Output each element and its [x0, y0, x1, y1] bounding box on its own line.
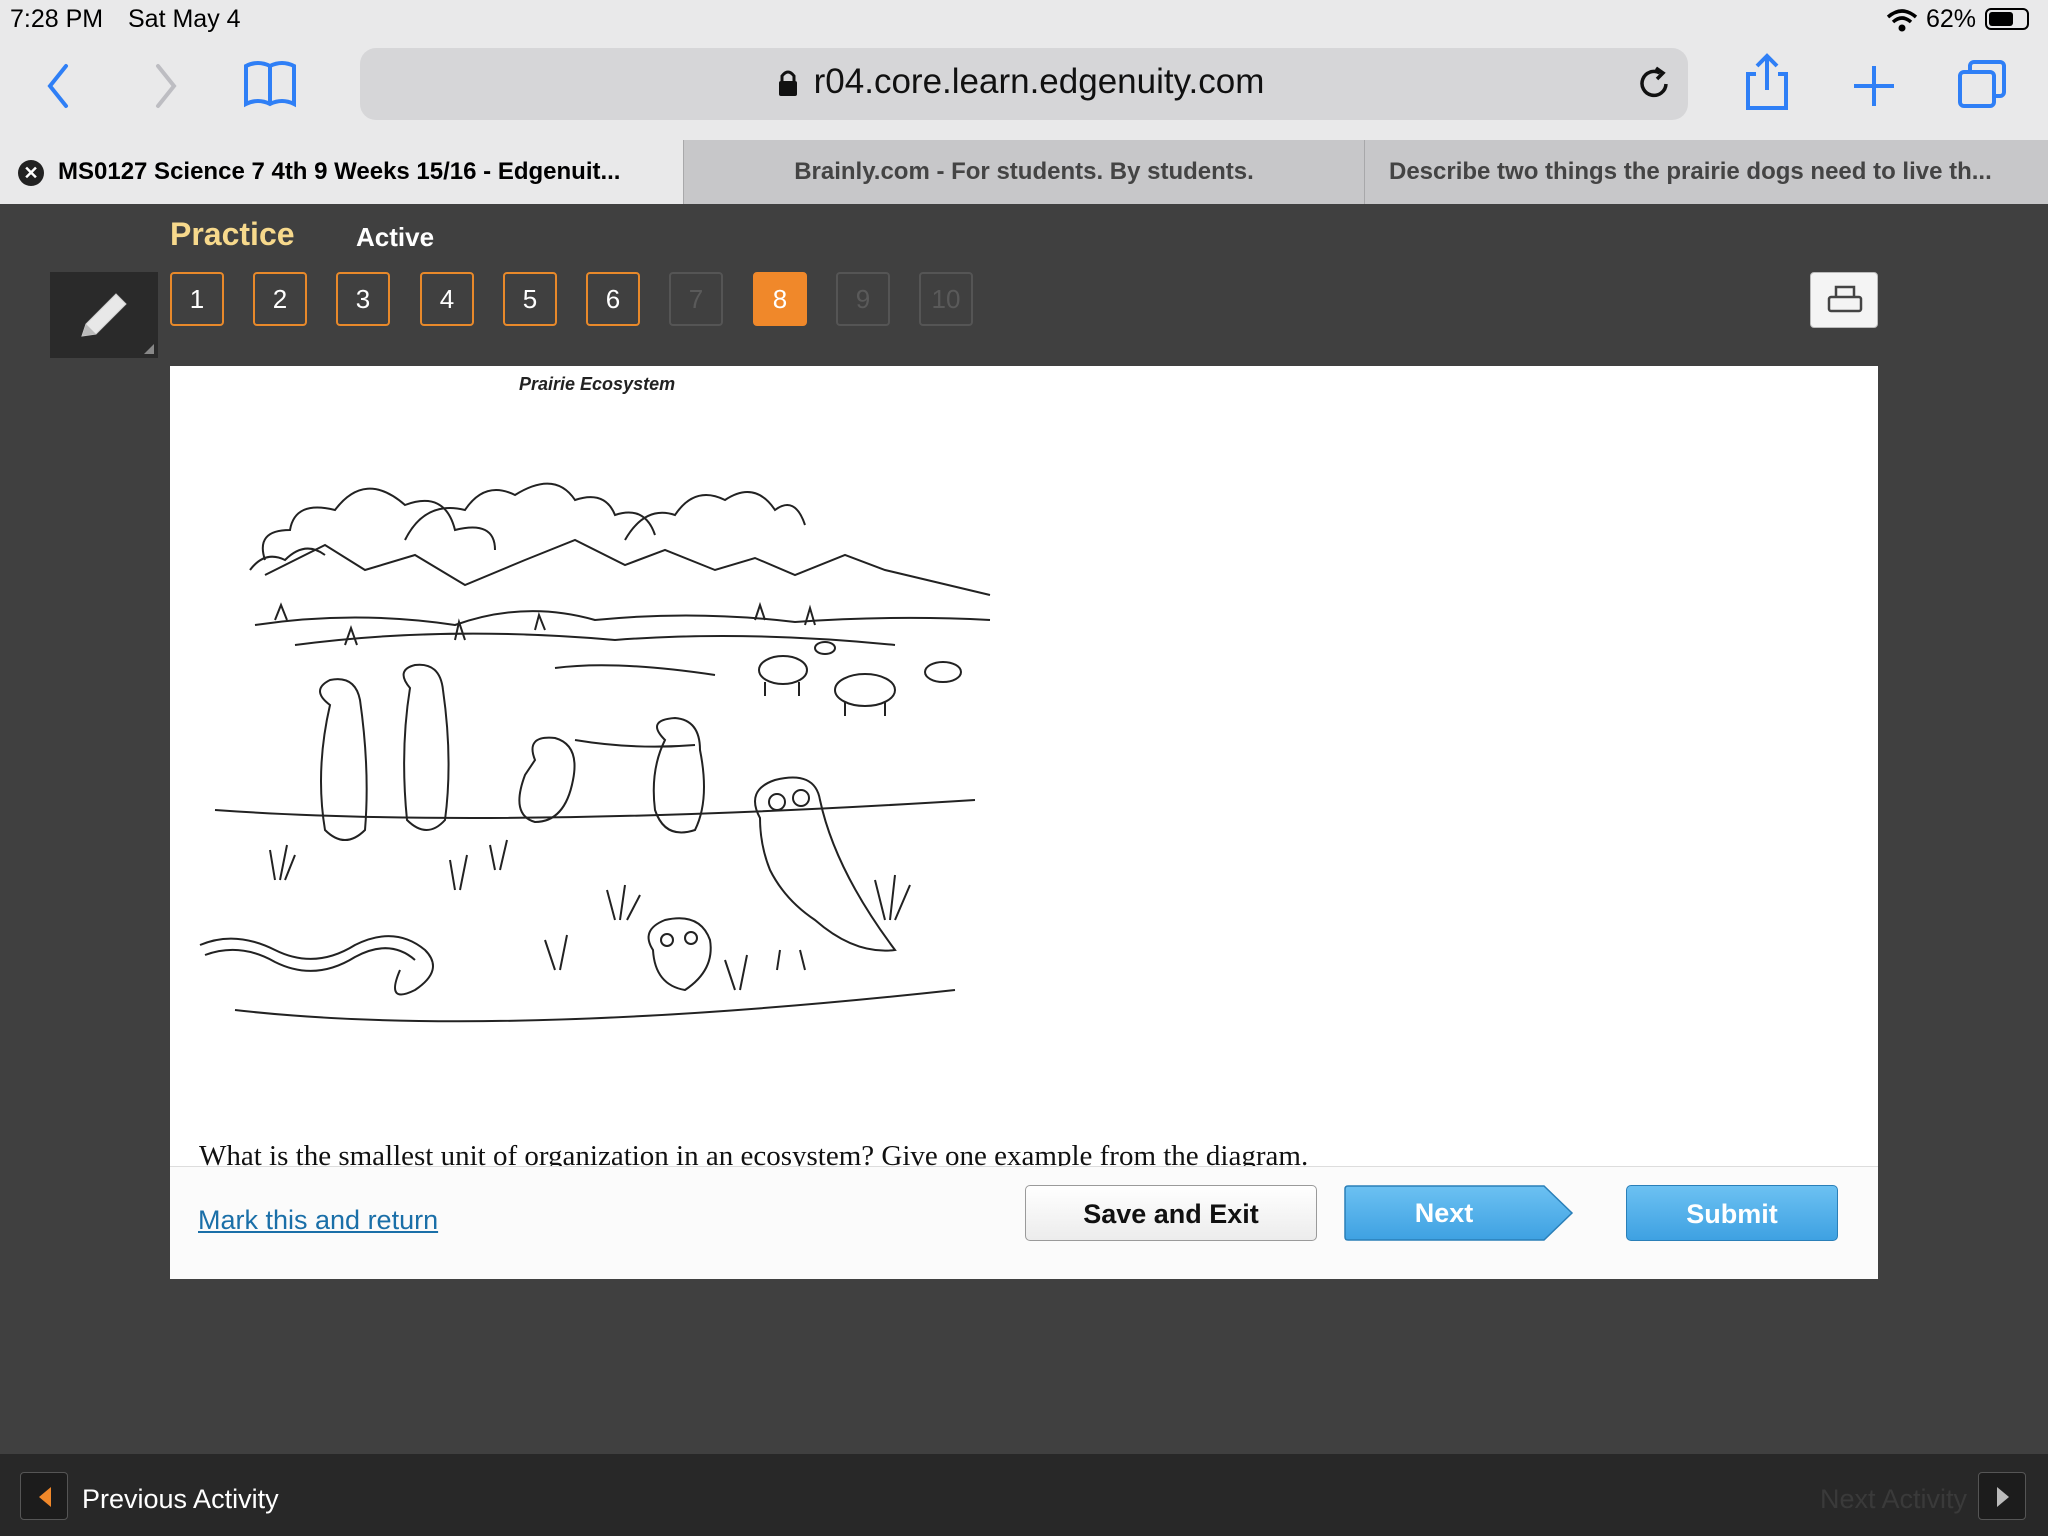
status-date: Sat May 4 [128, 5, 241, 33]
forward-icon[interactable] [150, 62, 180, 110]
activity-navigation-bar [0, 1454, 2048, 1536]
mode-label: Practice [170, 216, 295, 252]
tab-label: Describe two things the prairie dogs nee… [1389, 158, 1992, 185]
question-2-button[interactable]: 2 [253, 272, 307, 326]
url-text: r04.core.learn.edgenuity.com [813, 62, 1265, 101]
question-5-button[interactable]: 5 [503, 272, 557, 326]
tab-strip: ✕ MS0127 Science 7 4th 9 Weeks 15/16 - E… [0, 140, 2048, 204]
print-button[interactable] [1810, 272, 1878, 328]
battery-icon [1985, 8, 2029, 30]
diagram-title: Prairie Ecosystem [519, 374, 676, 394]
question-4-button[interactable]: 4 [420, 272, 474, 326]
save-and-exit-button[interactable]: Save and Exit [1025, 1185, 1317, 1241]
status-label: Active [356, 222, 435, 252]
tab-edgenuity[interactable]: ✕ MS0127 Science 7 4th 9 Weeks 15/16 - E… [0, 140, 683, 204]
tabs-overview-icon[interactable] [1956, 58, 2008, 110]
triangle-left-icon [39, 1487, 51, 1507]
next-activity-label: Next Activity [1820, 1484, 1968, 1514]
triangle-right-icon [1997, 1487, 2009, 1507]
status-bar: 7:28 PM Sat May 4 62% [0, 0, 2048, 40]
submit-button[interactable]: Submit [1626, 1185, 1838, 1241]
pencil-icon [81, 293, 127, 337]
back-icon[interactable] [44, 62, 74, 110]
question-10-button: 10 [919, 272, 973, 326]
new-tab-icon[interactable] [1852, 64, 1896, 108]
tab-brainly[interactable]: Brainly.com - For students. By students. [683, 140, 1364, 204]
question-1-button[interactable]: 1 [170, 272, 224, 326]
question-7-button: 7 [669, 272, 723, 326]
printer-icon [1827, 285, 1863, 313]
question-6-button[interactable]: 6 [586, 272, 640, 326]
prairie-ecosystem-diagram [199, 482, 991, 1023]
question-8-button[interactable]: 8 [753, 272, 807, 326]
tab-question-search[interactable]: Describe two things the prairie dogs nee… [1364, 140, 2048, 204]
next-activity-button [1978, 1472, 2026, 1520]
previous-activity-button[interactable] [20, 1472, 68, 1520]
next-button[interactable]: Next [1344, 1185, 1574, 1241]
bookmarks-icon[interactable] [242, 58, 300, 110]
previous-activity-label[interactable]: Previous Activity [82, 1484, 279, 1515]
share-icon[interactable] [1742, 52, 1792, 112]
mark-and-return-link[interactable]: Mark this and return [198, 1205, 438, 1236]
pencil-tool-button[interactable] [50, 272, 158, 358]
question-9-button: 9 [836, 272, 890, 326]
battery-percent: 62% [1926, 5, 1977, 33]
status-time: 7:28 PM [10, 5, 104, 33]
tab-label: MS0127 Science 7 4th 9 Weeks 15/16 - Edg… [58, 158, 621, 185]
next-button-label: Next [1414, 1198, 1474, 1228]
address-bar[interactable]: r04.core.learn.edgenuity.com [360, 48, 1688, 120]
tab-label: Brainly.com - For students. By students. [794, 158, 1254, 185]
question-3-button[interactable]: 3 [336, 272, 390, 326]
wifi-icon [1886, 9, 1918, 32]
close-tab-icon[interactable]: ✕ [18, 160, 44, 186]
reload-icon[interactable] [1636, 66, 1672, 102]
